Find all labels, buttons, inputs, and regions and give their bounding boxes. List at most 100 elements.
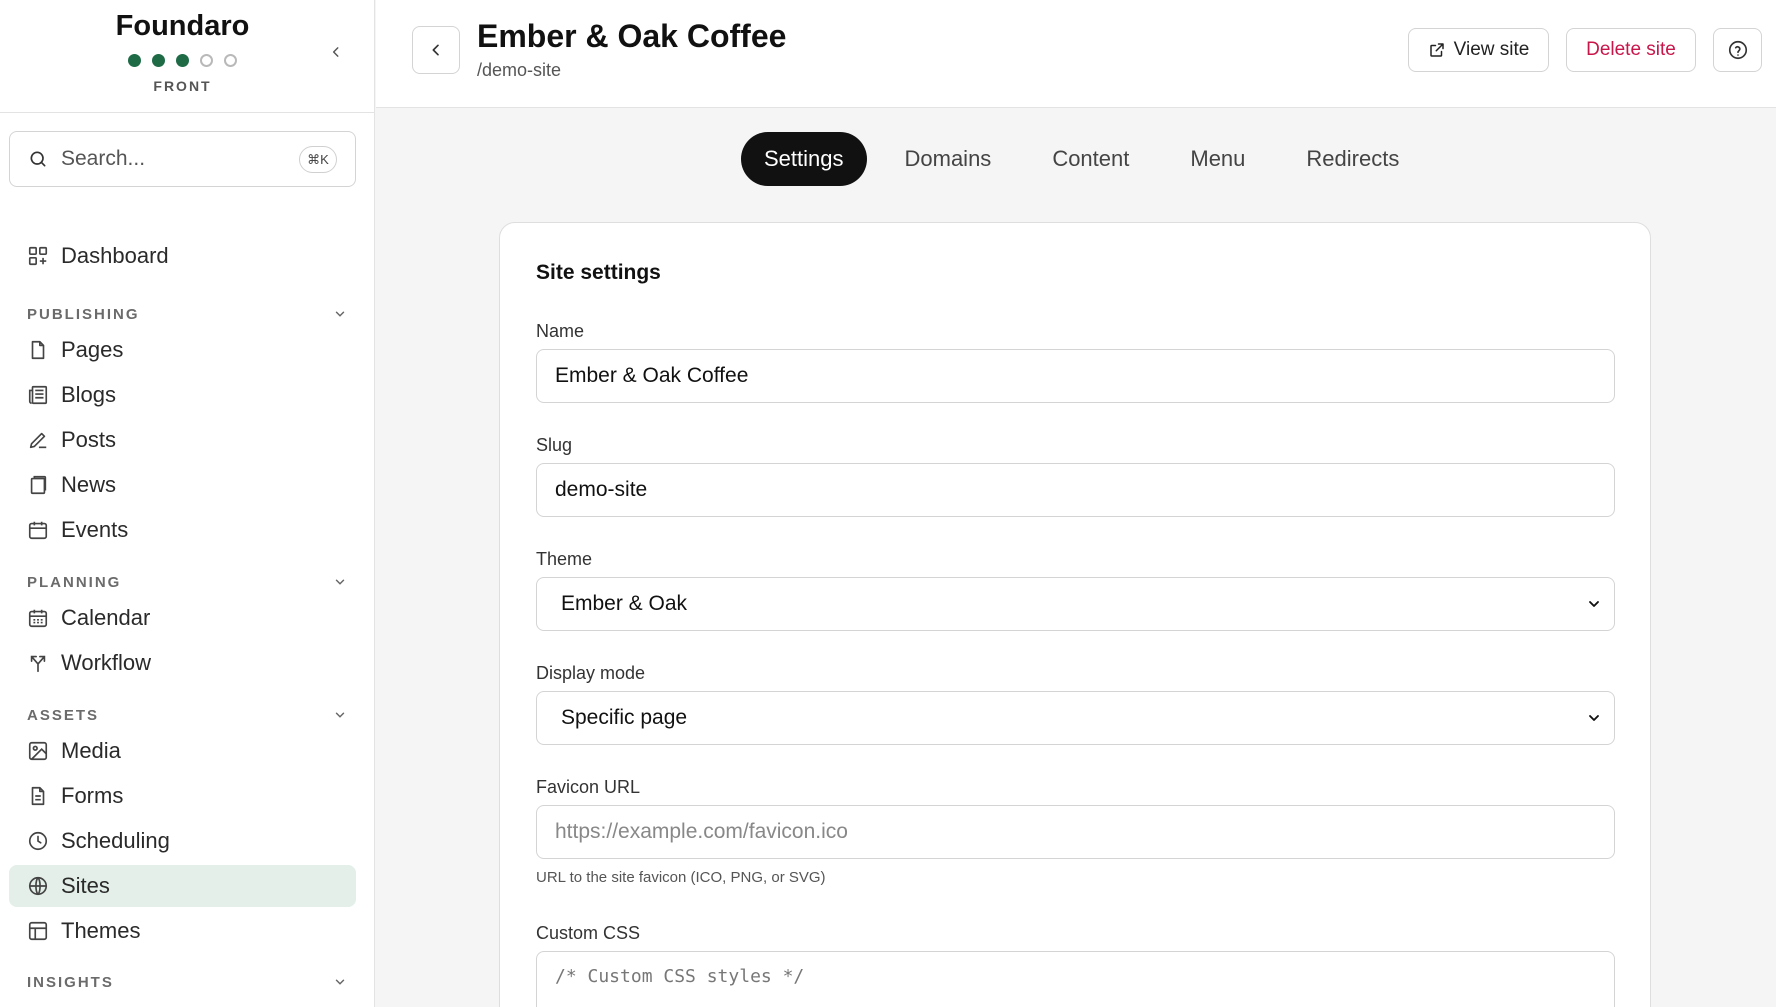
brand-subtitle: FRONT	[153, 78, 212, 94]
custom-css-textarea[interactable]: /* Custom CSS styles */	[536, 951, 1615, 1007]
tab-settings[interactable]: Settings	[741, 132, 867, 186]
help-circle-icon	[1728, 40, 1747, 60]
site-settings-card: Site settings Name Ember & Oak Coffee Sl…	[499, 222, 1651, 1007]
sidebar-item-label: Calendar	[61, 605, 151, 630]
favicon-hint: URL to the site favicon (ICO, PNG, or SV…	[536, 869, 826, 886]
sidebar-item-forms[interactable]: Forms	[9, 775, 356, 817]
sidebar-item-scheduling[interactable]: Scheduling	[9, 820, 356, 862]
page-path: /demo-site	[477, 60, 562, 80]
theme-select[interactable]: Ember & Oak	[536, 577, 1615, 631]
sidebar-item-media[interactable]: Media	[9, 730, 356, 772]
chevron-down-icon	[335, 979, 345, 985]
display-mode-label: Display mode	[536, 663, 646, 683]
brand-progress-dots	[128, 54, 237, 67]
progress-dot	[200, 54, 213, 67]
section-label: INSIGHTS	[27, 973, 114, 991]
view-site-label: View site	[1453, 39, 1530, 60]
display-mode-select[interactable]: Specific page	[536, 691, 1615, 745]
sidebar-item-label: Workflow	[61, 650, 152, 675]
section-label: PLANNING	[27, 573, 122, 591]
slug-label: Slug	[536, 435, 573, 455]
chevron-down-icon	[335, 712, 345, 718]
clock-icon	[27, 830, 49, 852]
page-header: Ember & Oak Coffee /demo-site View site …	[376, 0, 1776, 108]
split-arrow-icon	[27, 652, 49, 674]
favicon-url-field[interactable]: https://example.com/favicon.ico	[536, 805, 1615, 859]
newspaper-icon	[27, 384, 49, 406]
section-assets[interactable]: ASSETS	[27, 703, 347, 727]
external-link-icon	[1429, 43, 1444, 57]
book-icon	[27, 474, 49, 496]
sidebar-item-posts[interactable]: Posts	[9, 419, 356, 461]
file-icon	[27, 339, 49, 361]
sidebar-item-blogs[interactable]: Blogs	[9, 374, 356, 416]
section-publishing[interactable]: PUBLISHING	[27, 302, 347, 326]
chevron-down-icon	[1589, 715, 1599, 721]
sidebar-item-label: Forms	[61, 783, 124, 808]
sidebar: Foundaro FRONT Search... ⌘K Dashboard PU…	[0, 0, 375, 1007]
search-shortcut-badge: ⌘K	[299, 146, 337, 173]
sidebar-item-label: News	[61, 472, 117, 497]
globe-icon	[27, 875, 49, 897]
tab-domains[interactable]: Domains	[882, 132, 1015, 186]
search-placeholder: Search...	[61, 147, 146, 170]
page-title: Ember & Oak Coffee	[477, 18, 787, 54]
progress-dot	[176, 54, 189, 67]
favicon-label: Favicon URL	[536, 777, 641, 797]
document-text-icon	[27, 785, 49, 807]
tab-redirects[interactable]: Redirects	[1283, 132, 1422, 186]
sidebar-item-sites[interactable]: Sites	[9, 865, 356, 907]
view-site-button[interactable]: View site	[1408, 28, 1549, 72]
chevron-down-icon	[1589, 601, 1599, 607]
sidebar-item-events[interactable]: Events	[9, 509, 356, 551]
sidebar-item-workflow[interactable]: Workflow	[9, 642, 356, 684]
theme-select-value: Ember & Oak	[561, 592, 688, 615]
progress-dot	[152, 54, 165, 67]
tab-content[interactable]: Content	[1029, 132, 1152, 186]
sidebar-item-calendar[interactable]: Calendar	[9, 597, 356, 639]
back-button[interactable]	[412, 26, 460, 74]
sidebar-item-label: Posts	[61, 427, 117, 452]
sidebar-item-label: Sites	[61, 873, 110, 898]
sidebar-item-label: Dashboard	[61, 243, 169, 268]
tabs: Settings Domains Content Menu Redirects	[741, 132, 1437, 186]
sidebar-item-themes[interactable]: Themes	[9, 910, 356, 952]
display-mode-value: Specific page	[561, 706, 688, 729]
name-field[interactable]: Ember & Oak Coffee	[536, 349, 1615, 403]
collapse-sidebar-button[interactable]	[326, 40, 346, 64]
pencil-icon	[27, 429, 49, 451]
brand-name: Foundaro	[115, 10, 250, 42]
theme-label: Theme	[536, 549, 593, 569]
progress-dot	[224, 54, 237, 67]
calendar-icon	[27, 519, 49, 541]
card-title: Site settings	[536, 261, 661, 284]
progress-dot	[128, 54, 141, 67]
chevron-down-icon	[335, 579, 345, 585]
section-label: PUBLISHING	[27, 305, 140, 323]
section-label: ASSETS	[27, 706, 100, 724]
brand-header: Foundaro FRONT	[0, 0, 374, 113]
slug-field[interactable]: demo-site	[536, 463, 1615, 517]
help-button[interactable]	[1713, 28, 1762, 72]
tab-menu[interactable]: Menu	[1167, 132, 1268, 186]
layout-icon	[27, 920, 49, 942]
chevron-left-icon	[432, 44, 439, 56]
name-label: Name	[536, 321, 585, 341]
sidebar-item-label: Media	[61, 738, 121, 763]
chevron-down-icon	[335, 311, 345, 317]
sidebar-item-label: Blogs	[61, 382, 117, 407]
sidebar-item-news[interactable]: News	[9, 464, 356, 506]
sidebar-item-dashboard[interactable]: Dashboard	[9, 235, 356, 277]
grid-plus-icon	[27, 245, 49, 267]
sidebar-item-label: Scheduling	[61, 828, 170, 853]
custom-css-label: Custom CSS	[536, 923, 641, 943]
sidebar-item-pages[interactable]: Pages	[9, 329, 356, 371]
chevron-left-icon	[332, 47, 339, 57]
sidebar-item-label: Events	[61, 517, 129, 542]
section-planning[interactable]: PLANNING	[27, 570, 347, 594]
search-input[interactable]: Search... ⌘K	[9, 131, 356, 187]
sidebar-item-label: Pages	[61, 337, 124, 362]
section-insights[interactable]: INSIGHTS	[27, 970, 347, 994]
sidebar-item-label: Themes	[61, 918, 141, 943]
delete-site-button[interactable]: Delete site	[1566, 28, 1696, 72]
